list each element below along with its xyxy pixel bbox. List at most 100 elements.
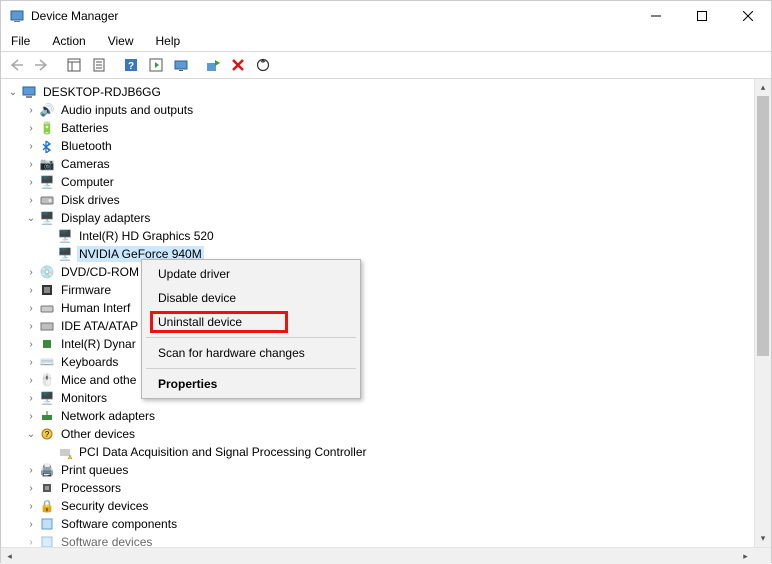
expand-icon[interactable]: › <box>25 356 37 368</box>
back-button[interactable] <box>5 53 29 77</box>
menu-bar: File Action View Help <box>1 31 771 51</box>
scroll-right-button[interactable]: ▸ <box>737 548 754 564</box>
context-uninstall-device[interactable]: Uninstall device <box>144 310 358 334</box>
node-mice[interactable]: ›🖱️Mice and othe <box>5 371 754 389</box>
scroll-up-button[interactable]: ▴ <box>755 79 771 96</box>
expand-icon[interactable]: › <box>25 104 37 116</box>
node-display-nvidia[interactable]: 🖥️NVIDIA GeForce 940M <box>5 245 754 263</box>
collapse-icon[interactable]: ⌄ <box>25 212 37 224</box>
properties-button[interactable] <box>87 53 111 77</box>
node-processors[interactable]: ›Processors <box>5 479 754 497</box>
expand-icon[interactable]: › <box>25 374 37 386</box>
node-batteries[interactable]: ›🔋Batteries <box>5 119 754 137</box>
scroll-left-button[interactable]: ◂ <box>1 548 18 564</box>
computer-icon: 🖥️ <box>39 174 55 190</box>
node-keyboards[interactable]: ›⌨️Keyboards <box>5 353 754 371</box>
expand-icon[interactable]: › <box>25 536 37 547</box>
expand-icon[interactable]: › <box>25 158 37 170</box>
expand-icon[interactable]: › <box>25 392 37 404</box>
svg-text:?: ? <box>128 61 134 72</box>
show-hide-console-button[interactable] <box>62 53 86 77</box>
expand-icon[interactable]: › <box>25 338 37 350</box>
expand-icon[interactable]: › <box>25 320 37 332</box>
node-other[interactable]: ⌄?Other devices <box>5 425 754 443</box>
expand-icon[interactable]: › <box>25 284 37 296</box>
ide-icon <box>39 318 55 334</box>
close-button[interactable] <box>725 1 771 31</box>
expand-icon[interactable]: › <box>25 122 37 134</box>
tree-label: Intel(R) HD Graphics 520 <box>77 228 216 244</box>
bluetooth-icon <box>39 138 55 154</box>
node-firmware[interactable]: ›Firmware <box>5 281 754 299</box>
tree-label: Other devices <box>59 426 137 442</box>
tree-label: Cameras <box>59 156 112 172</box>
scroll-track[interactable] <box>755 96 771 530</box>
expand-icon[interactable]: › <box>25 140 37 152</box>
context-properties[interactable]: Properties <box>144 372 358 396</box>
action-button[interactable] <box>144 53 168 77</box>
node-ide[interactable]: ›IDE ATA/ATAP <box>5 317 754 335</box>
monitor-icon: 🖥️ <box>39 390 55 406</box>
context-scan-hardware[interactable]: Scan for hardware changes <box>144 341 358 365</box>
menu-help[interactable]: Help <box>152 33 185 49</box>
node-display[interactable]: ⌄🖥️Display adapters <box>5 209 754 227</box>
scroll-down-button[interactable]: ▾ <box>755 530 771 547</box>
node-bluetooth[interactable]: ›Bluetooth <box>5 137 754 155</box>
expand-icon[interactable]: › <box>25 302 37 314</box>
node-cameras[interactable]: ›📷Cameras <box>5 155 754 173</box>
tree-label: DESKTOP-RDJB6GG <box>41 84 163 100</box>
expand-icon[interactable]: › <box>25 176 37 188</box>
node-computer[interactable]: ›🖥️Computer <box>5 173 754 191</box>
expand-icon[interactable]: › <box>25 482 37 494</box>
expand-icon[interactable]: › <box>25 464 37 476</box>
tree-label: DVD/CD-ROM <box>59 264 141 280</box>
tree-root[interactable]: ⌄ DESKTOP-RDJB6GG <box>5 83 754 101</box>
expand-icon[interactable]: › <box>25 518 37 530</box>
node-printqueues[interactable]: ›🖨️Print queues <box>5 461 754 479</box>
node-hid[interactable]: ›Human Interf <box>5 299 754 317</box>
expand-icon[interactable]: › <box>25 410 37 422</box>
uninstall-button[interactable] <box>226 53 250 77</box>
scroll-thumb[interactable] <box>757 96 769 356</box>
battery-icon: 🔋 <box>39 120 55 136</box>
node-monitors[interactable]: ›🖥️Monitors <box>5 389 754 407</box>
node-swcomponents[interactable]: ›Software components <box>5 515 754 533</box>
menu-action[interactable]: Action <box>48 33 89 49</box>
context-update-driver[interactable]: Update driver <box>144 262 358 286</box>
help-button[interactable]: ? <box>119 53 143 77</box>
maximize-button[interactable] <box>679 1 725 31</box>
scroll-track[interactable] <box>18 548 737 564</box>
menu-separator <box>146 368 356 369</box>
expand-icon[interactable]: ⌄ <box>7 86 19 98</box>
tree-label: Network adapters <box>59 408 157 424</box>
node-security[interactable]: ›🔒Security devices <box>5 497 754 515</box>
content-area: ⌄ DESKTOP-RDJB6GG ›🔊Audio inputs and out… <box>1 79 771 547</box>
menu-file[interactable]: File <box>7 33 34 49</box>
node-dynamic[interactable]: › Intel(R) Dynar <box>5 335 754 353</box>
node-disk[interactable]: ›Disk drives <box>5 191 754 209</box>
tree-label: Mice and othe <box>59 372 138 388</box>
node-dvd[interactable]: ›💿DVD/CD-ROM <box>5 263 754 281</box>
tree-label: Intel(R) Dynar <box>59 336 138 352</box>
minimize-button[interactable] <box>633 1 679 31</box>
forward-button[interactable] <box>30 53 54 77</box>
title-bar: Device Manager <box>1 1 771 31</box>
tree-label: Keyboards <box>59 354 120 370</box>
expand-icon[interactable]: › <box>25 194 37 206</box>
horizontal-scrollbar[interactable]: ◂ ▸ <box>1 547 771 564</box>
vertical-scrollbar[interactable]: ▴ ▾ <box>754 79 771 547</box>
view-button[interactable] <box>169 53 193 77</box>
expand-icon[interactable]: › <box>25 266 37 278</box>
scan-hardware-button[interactable] <box>251 53 275 77</box>
node-display-intel[interactable]: 🖥️Intel(R) HD Graphics 520 <box>5 227 754 245</box>
context-disable-device[interactable]: Disable device <box>144 286 358 310</box>
node-other-pci[interactable]: PCI Data Acquisition and Signal Processi… <box>5 443 754 461</box>
node-audio[interactable]: ›🔊Audio inputs and outputs <box>5 101 754 119</box>
device-tree[interactable]: ⌄ DESKTOP-RDJB6GG ›🔊Audio inputs and out… <box>1 79 754 547</box>
node-network[interactable]: › Network adapters <box>5 407 754 425</box>
update-driver-button[interactable] <box>201 53 225 77</box>
node-swdevices[interactable]: ›Software devices <box>5 533 754 547</box>
menu-view[interactable]: View <box>104 33 138 49</box>
expand-icon[interactable]: › <box>25 500 37 512</box>
collapse-icon[interactable]: ⌄ <box>25 428 37 440</box>
